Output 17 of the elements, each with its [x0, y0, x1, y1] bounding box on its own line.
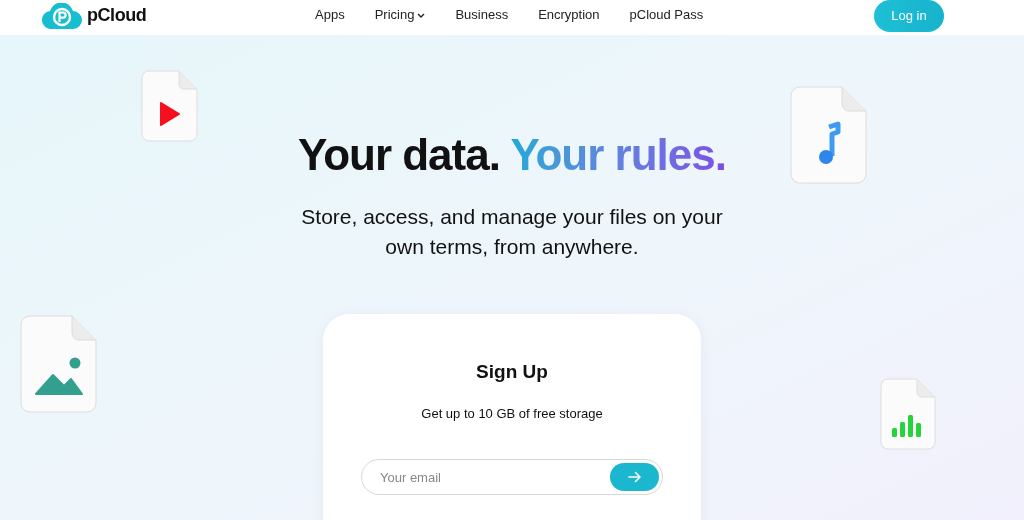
signup-title: Sign Up: [476, 360, 548, 384]
music-file-icon: [790, 86, 867, 184]
caret-down-icon: [417, 12, 426, 18]
hero-subtitle: Store, access, and manage your files on your own terms, from anywhere.: [300, 204, 724, 260]
nav-link[interactable]: pCloud Pass: [629, 5, 704, 25]
nav-link[interactable]: Encryption: [538, 5, 600, 25]
nav-link[interactable]: Apps: [315, 5, 345, 25]
logo-text[interactable]: pCloud: [87, 2, 147, 29]
submit-button[interactable]: [610, 463, 659, 491]
chart-file-icon: [880, 378, 936, 450]
image-file-icon: [20, 315, 97, 413]
nav-link[interactable]: Business: [455, 5, 509, 25]
video-file-icon: [141, 70, 198, 142]
cloud-logo-icon[interactable]: [42, 2, 82, 29]
arrow-right-icon: [627, 471, 642, 483]
nav-link[interactable]: Pricing: [374, 5, 426, 25]
signup-subtitle: Get up to 10 GB of free storage: [421, 404, 603, 423]
